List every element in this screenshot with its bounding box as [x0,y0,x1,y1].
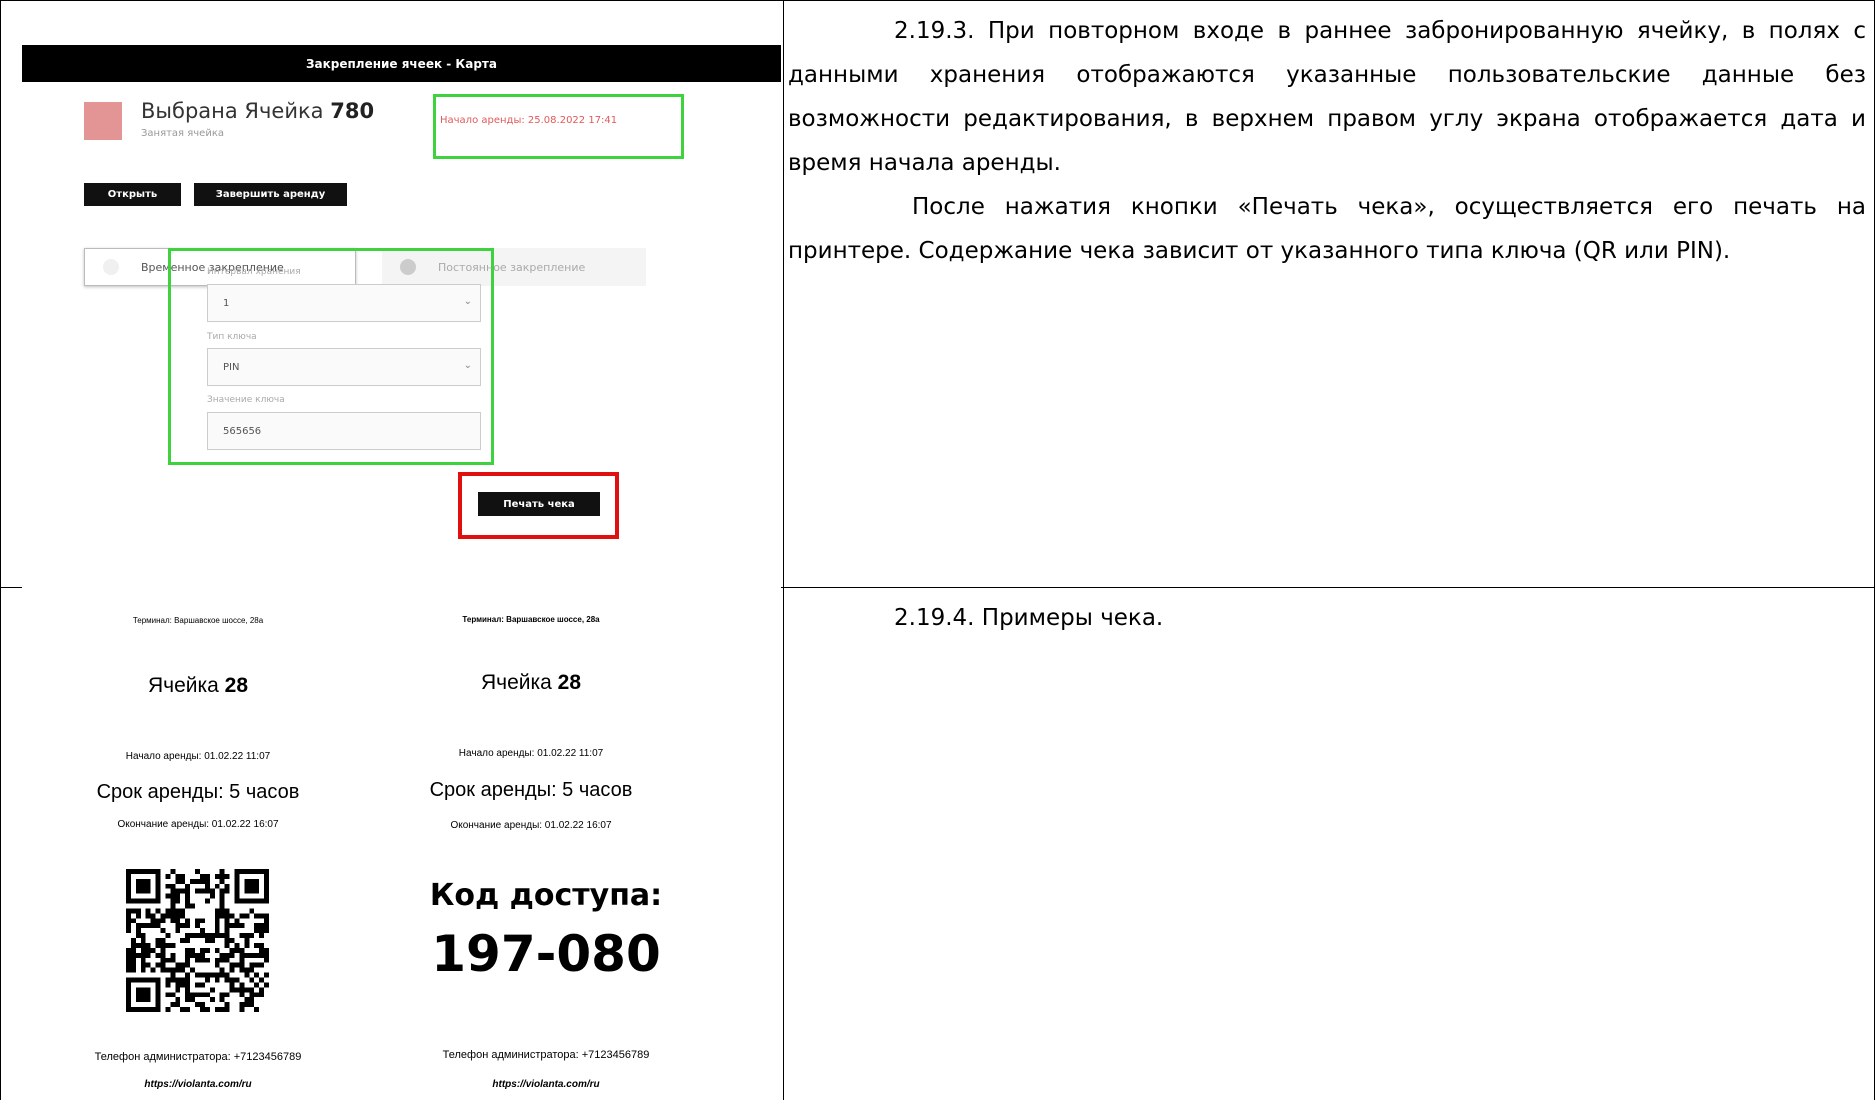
receipt-rent-term: Срок аренды: 5 часов [96,781,300,803]
table-border-left [0,0,1,1100]
key-type-select[interactable]: PIN ⌄ [207,348,481,386]
interval-label: Интервал хранения [207,267,301,277]
cell-title-prefix: Выбрана Ячейка [141,99,324,123]
radio-dot-icon [103,259,119,275]
paragraph-repeat-entry: 2.19.3. При повторном входе в раннее заб… [788,18,1866,176]
table-column-divider [783,0,784,1100]
key-value-input[interactable]: 565656 [207,412,481,450]
receipt-cell-number: 28 [224,674,249,697]
receipt-url: https://violanta.com/ru [144,1079,252,1090]
receipt-rent-start: Начало аренды: 01.02.22 11:07 [125,751,271,762]
receipt-rent-end: Окончание аренды: 01.02.22 16:07 [450,820,612,831]
receipt-cell: Ячейка 28 [148,674,248,698]
receipt-cell: Ячейка 28 [481,671,581,695]
screen-title: Закрепление ячеек - Карта [306,56,497,71]
receipt-cell-prefix: Ячейка [480,671,552,694]
rent-start-highlight [433,94,684,159]
receipt-rent-end: Окончание аренды: 01.02.22 16:07 [117,819,279,830]
receipt-cell-number: 28 [557,671,582,694]
receipt-rent-term: Срок аренды: 5 часов [429,779,633,801]
rent-start-text: Начало аренды: 25.08.2022 17:41 [440,115,618,126]
key-value-label: Значение ключа [207,395,285,405]
cell-number: 780 [330,99,375,123]
receipt-admin-phone: Телефон администратора: +7123456789 [94,1051,302,1063]
chevron-down-icon: ⌄ [463,360,472,371]
qr-code-icon [126,869,269,1012]
receipt-rent-start: Начало аренды: 01.02.22 11:07 [458,748,604,759]
print-receipt-button[interactable]: Печать чека [478,492,600,516]
table-border-top [0,0,1875,1]
open-button[interactable]: Открыть [84,183,181,206]
description-section-2-19-4: 2.19.4. Примеры чека. [788,596,1866,640]
occupied-cell-swatch [84,102,122,140]
receipt-admin-phone: Телефон администратора: +7123456789 [442,1049,650,1061]
cell-status-subtitle: Занятая ячейка [141,128,224,139]
key-value: 565656 [223,425,262,437]
key-type-label: Тип ключа [207,332,257,342]
receipt-terminal: Терминал: Варшавское шоссе, 28а [462,615,600,624]
finish-rent-button[interactable]: Завершить аренду [194,183,347,206]
receipt-access-code: 197-080 [431,925,661,983]
receipt-url: https://violanta.com/ru [492,1079,600,1090]
chevron-down-icon: ⌄ [463,296,472,307]
interval-value: 1 [223,297,230,309]
key-type-value: PIN [223,361,240,373]
interval-select[interactable]: 1 ⌄ [207,284,481,322]
receipt-terminal: Терминал: Варшавское шоссе, 28а [132,616,264,625]
screen-header: Закрепление ячеек - Карта [22,45,781,82]
paragraph-receipt-examples: 2.19.4. Примеры чека. [894,605,1164,631]
paragraph-print-receipt: После нажатия кнопки «Печать чека», осущ… [788,194,1866,264]
receipt-cell-prefix: Ячейка [147,674,219,697]
receipt-access-code-label: Код доступа: [429,878,663,913]
description-section-2-19-3: 2.19.3. При повторном входе в раннее заб… [788,9,1866,273]
selected-cell-title: Выбрана Ячейка 780 [141,99,374,123]
